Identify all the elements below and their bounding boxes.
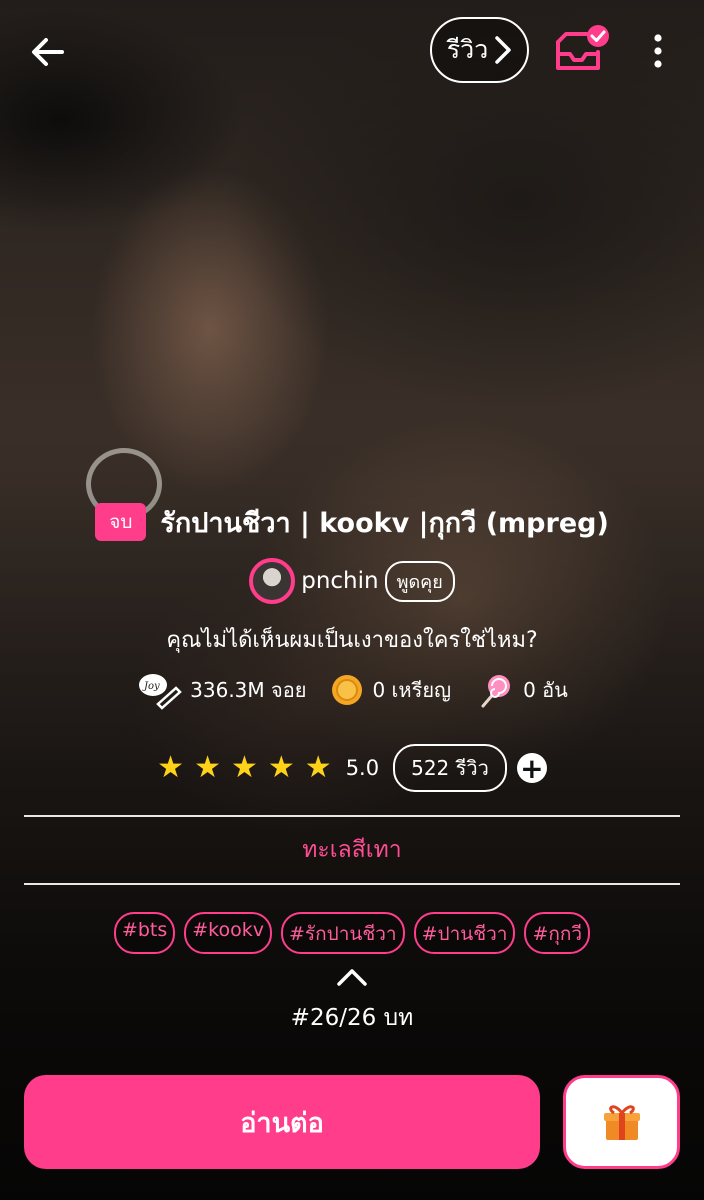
rating-row: ★ ★ ★ ★ ★ 5.0 522 รีวิว + xyxy=(0,744,704,792)
chevron-up-icon xyxy=(337,969,367,986)
stats-row: Joy 336.3M จอย 0 เหรียญ 0 อัน xyxy=(0,668,704,712)
continue-reading-label: อ่านต่อ xyxy=(240,1107,324,1139)
gift-button[interactable] xyxy=(563,1075,680,1169)
gift-icon xyxy=(603,1105,640,1140)
star-icon: ★ xyxy=(194,750,221,785)
more-vert-icon xyxy=(654,34,662,68)
continue-reading-button[interactable]: อ่านต่อ xyxy=(24,1075,540,1169)
status-badge: จบ xyxy=(95,503,147,541)
tag-chip[interactable]: #bts xyxy=(113,912,176,954)
joy-stat: Joy 336.3M จอย xyxy=(136,670,306,710)
star-icon: ★ xyxy=(230,750,258,785)
review-button[interactable]: รีวิว xyxy=(430,17,529,83)
tag-chip[interactable]: #kookv xyxy=(184,912,272,954)
top-bar: รีวิว xyxy=(0,0,704,100)
tag-chip[interactable]: #รักปานชีวา xyxy=(281,912,405,954)
candy-stat: 0 อัน xyxy=(475,670,568,710)
star-icon: ★ xyxy=(157,750,185,785)
tags-row: #bts #kookv #รักปานชีวา #ปานชีวา #กุกวี xyxy=(0,912,704,954)
episode-count: #26/26 บท xyxy=(290,1005,414,1031)
lollipop-icon xyxy=(481,675,511,708)
author-name[interactable]: pnchin xyxy=(301,568,378,594)
plus-icon: + xyxy=(520,751,544,785)
story-title: รักปานชีวา | kookv |กุกวี (mpreg) xyxy=(160,507,609,539)
rating-stars: ★ ★ ★ ★ ★ xyxy=(157,753,332,783)
library-button[interactable] xyxy=(552,22,614,78)
library-check-icon xyxy=(556,25,609,70)
author-avatar[interactable] xyxy=(249,558,296,604)
divider-top xyxy=(24,815,680,817)
reviews-count-button[interactable]: 522 รีวิว xyxy=(393,744,507,792)
chevron-right-icon xyxy=(495,36,511,64)
more-options-button[interactable] xyxy=(638,30,678,74)
candy-count: 0 อัน xyxy=(523,678,568,702)
review-button-label: รีวิว xyxy=(446,35,489,64)
joy-pen-icon: Joy xyxy=(139,674,182,710)
coin-stat: 0 เหรียญ xyxy=(330,673,451,707)
tag-chip[interactable]: #กุกวี xyxy=(524,912,591,954)
divider-bottom xyxy=(24,883,680,885)
joy-count: 336.3M จอย xyxy=(190,678,307,702)
back-button[interactable] xyxy=(26,30,70,74)
author-row: pnchin พูดคุย xyxy=(0,556,704,606)
story-tagline: คุณไม่ได้เห็นผมเป็นเงาของใครใช่ไหม? xyxy=(166,628,538,653)
coin-count: 0 เหรียญ xyxy=(372,678,452,702)
coin-icon xyxy=(332,675,363,705)
expand-button[interactable] xyxy=(336,966,368,988)
svg-text:Joy: Joy xyxy=(142,681,160,692)
title-row: จบ รักปานชีวา | kookv |กุกวี (mpreg) xyxy=(0,500,704,544)
star-icon: ★ xyxy=(267,750,295,785)
rating-value: 5.0 xyxy=(345,756,380,780)
story-category[interactable]: ทะเลสีเทา xyxy=(0,832,704,868)
add-review-button[interactable]: + xyxy=(516,751,547,785)
star-icon: ★ xyxy=(304,750,332,785)
back-arrow-icon xyxy=(32,38,64,66)
tag-chip[interactable]: #ปานชีวา xyxy=(413,912,516,954)
chat-button[interactable]: พูดคุย xyxy=(384,560,455,602)
